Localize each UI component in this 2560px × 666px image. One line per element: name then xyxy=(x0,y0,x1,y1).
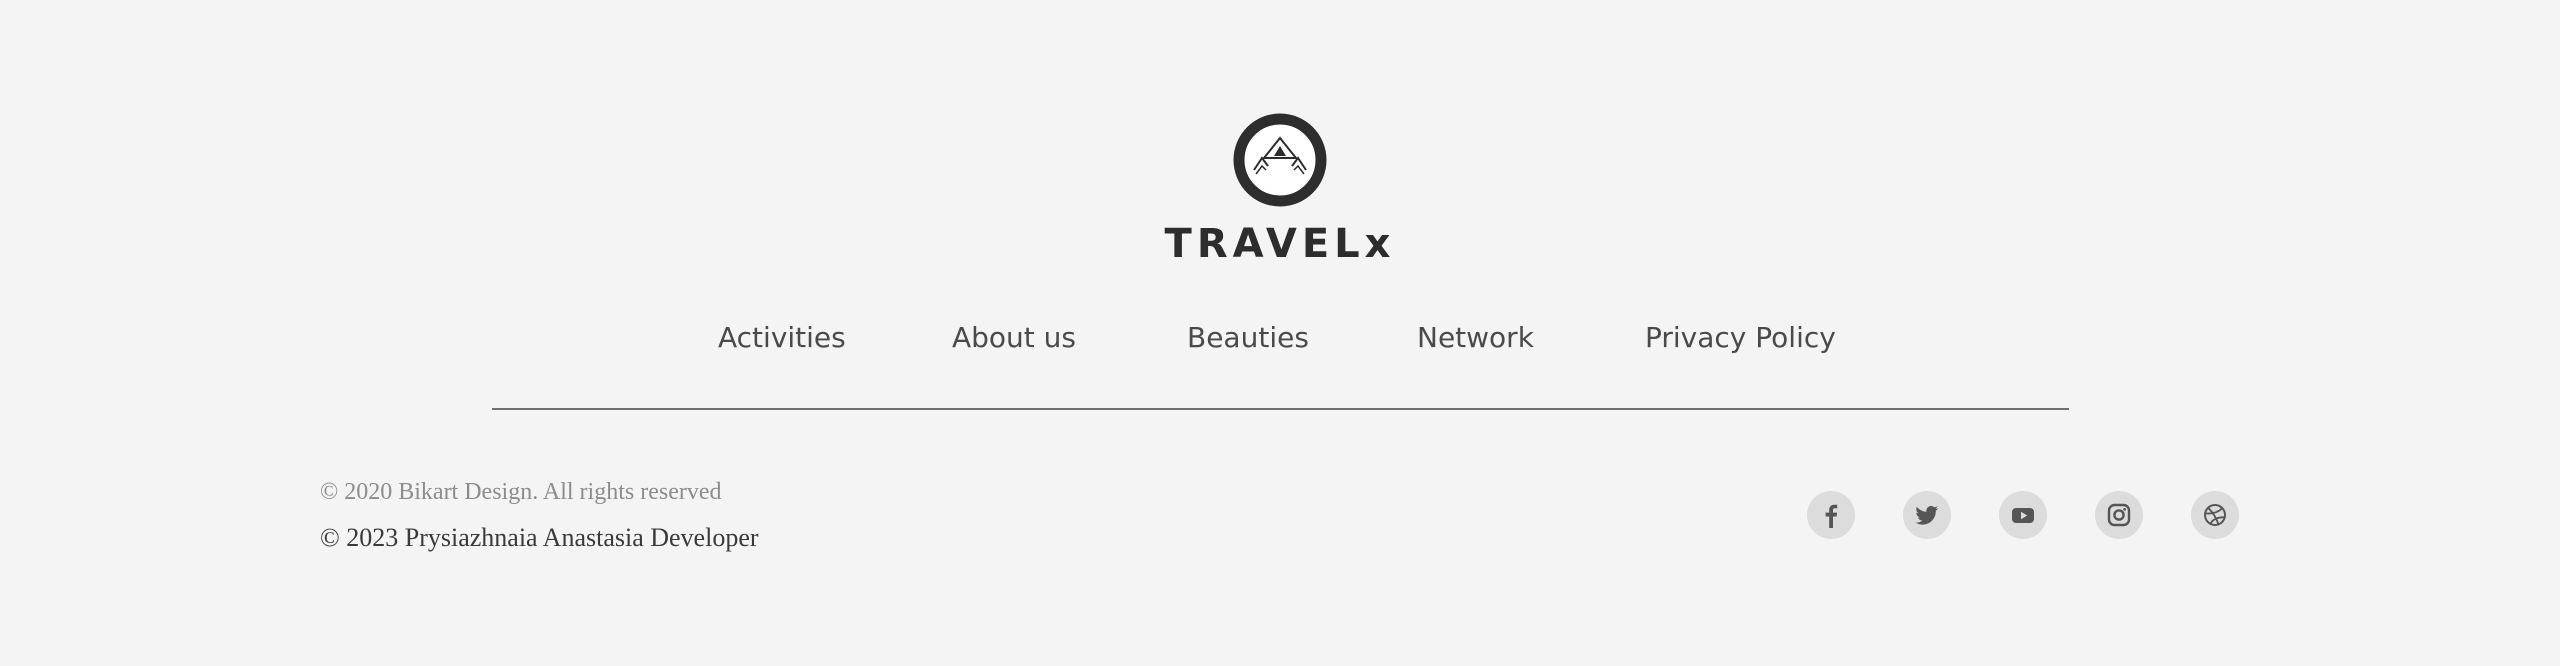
nav-item-privacy-policy[interactable]: Privacy Policy xyxy=(1645,316,1836,360)
instagram-button[interactable] xyxy=(2095,491,2143,539)
copyright-secondary: © 2023 Prysiazhnaia Anastasia Developer xyxy=(320,523,759,552)
instagram-icon xyxy=(2107,503,2131,527)
youtube-icon xyxy=(2012,508,2034,523)
footer-divider xyxy=(492,408,2069,410)
twitter-icon xyxy=(1915,506,1938,525)
facebook-icon xyxy=(1825,504,1838,528)
nav-item-network[interactable]: Network xyxy=(1417,316,1534,360)
youtube-button[interactable] xyxy=(1999,491,2047,539)
brand-logo[interactable] xyxy=(1232,112,1328,208)
dribbble-icon xyxy=(2204,504,2226,526)
dribbble-button[interactable] xyxy=(2191,491,2239,539)
nav-item-activities[interactable]: Activities xyxy=(718,316,846,360)
brand-name: TRAVELx xyxy=(1164,221,1396,267)
mountain-logo-icon xyxy=(1233,113,1327,207)
footer-nav: Activities About us Beauties Network Pri… xyxy=(0,316,2560,360)
nav-item-beauties[interactable]: Beauties xyxy=(1187,316,1309,360)
facebook-button[interactable] xyxy=(1807,491,1855,539)
twitter-button[interactable] xyxy=(1903,491,1951,539)
nav-item-about-us[interactable]: About us xyxy=(952,316,1076,360)
copyright-primary: © 2020 Bikart Design. All rights reserve… xyxy=(320,479,722,505)
